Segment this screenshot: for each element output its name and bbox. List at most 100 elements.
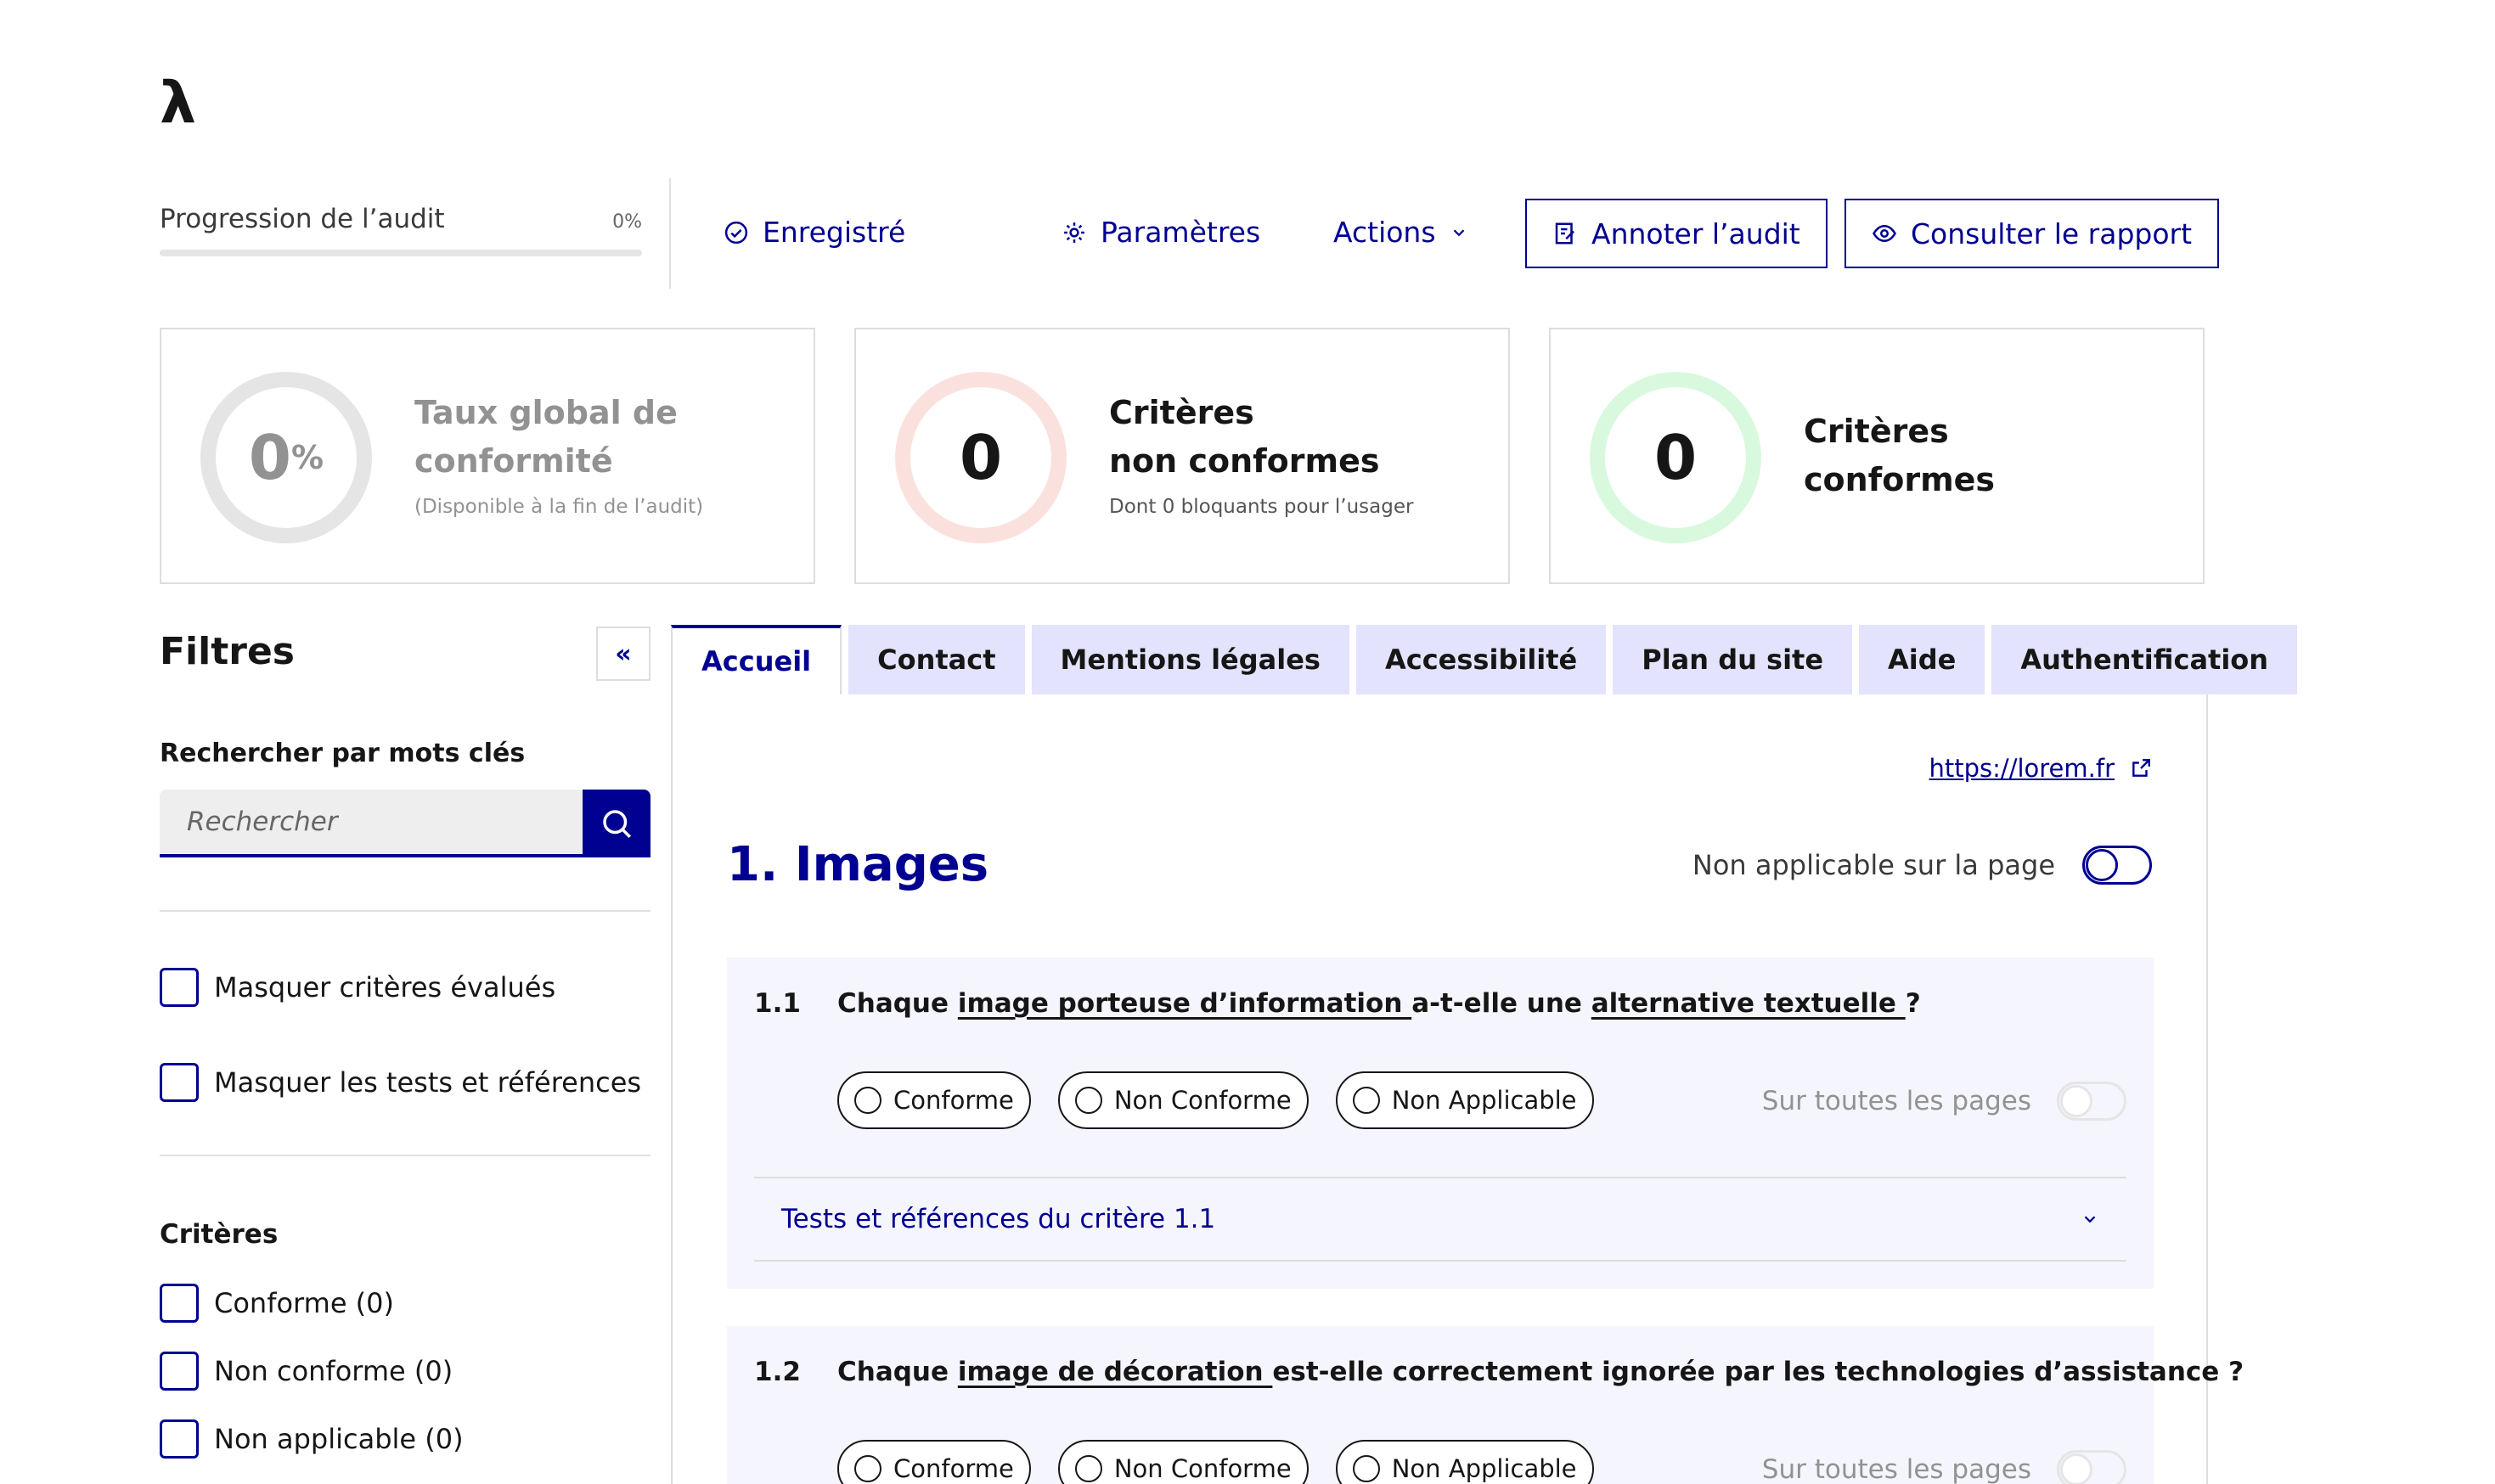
filter-non-compliant-checkbox[interactable]: Non conforme (0) xyxy=(160,1352,453,1391)
audit-progress: Progression de l’audit 0% xyxy=(160,204,642,256)
actions-label: Actions xyxy=(1333,216,1436,249)
glossary-link[interactable]: image de décoration xyxy=(958,1357,1273,1387)
collapse-filters-button[interactable]: « xyxy=(596,627,651,681)
external-link-icon xyxy=(2132,759,2150,777)
filters-divider xyxy=(160,1155,651,1156)
settings-label: Paramètres xyxy=(1101,216,1261,249)
non-compliant-ring: 0 xyxy=(895,372,1067,543)
checkbox-box[interactable] xyxy=(160,1352,199,1391)
radio-non-conforme[interactable]: Non Conforme xyxy=(1057,1071,1309,1129)
glossary-link[interactable]: image porteuse d’information xyxy=(958,988,1411,1019)
all-pages-toggle[interactable] xyxy=(2057,1082,2126,1121)
tab-accueil[interactable]: Accueil xyxy=(671,625,842,694)
app-logo[interactable]: λ xyxy=(160,70,196,137)
edit-note-icon xyxy=(1555,222,1574,245)
all-pages-toggle[interactable] xyxy=(2057,1450,2126,1484)
accordion-label: Tests et références du critère 1.1 xyxy=(781,1204,1216,1234)
compliant-title: Critères conformes xyxy=(1804,408,2177,504)
radio-conforme[interactable]: Conforme xyxy=(837,1071,1031,1129)
filter-compliant-checkbox[interactable]: Conforme (0) xyxy=(160,1284,394,1323)
tab-accessibilite[interactable]: Accessibilité xyxy=(1355,625,1607,694)
tab-panel: https://lorem.fr 1. Images Non applicabl… xyxy=(671,694,2244,1484)
radio-label: Non Conforme xyxy=(1113,1454,1292,1483)
question-text: a-t-elle une xyxy=(1411,988,1591,1019)
checkbox-label: Non applicable (0) xyxy=(214,1423,464,1455)
compliant-ring: 0 xyxy=(1590,372,1761,543)
glossary-link[interactable]: alternative textuelle xyxy=(1591,988,1906,1019)
criterion-card: 1.2 Chaque image de décoration est-elle … xyxy=(727,1326,2244,1484)
chevron-down-icon xyxy=(1453,228,1464,236)
all-pages-label: Sur toutes les pages xyxy=(1761,1454,2031,1484)
non-compliant-title-line1: Critères xyxy=(1109,394,1254,431)
progress-track xyxy=(160,250,642,256)
hide-tests-checkbox[interactable]: Masquer les tests et références xyxy=(160,1063,641,1102)
all-pages-toggle-row: Sur toutes les pages xyxy=(1762,1450,2126,1484)
radio-label: Conforme xyxy=(893,1454,1014,1483)
non-compliant-subtitle: Dont 0 bloquants pour l’usager xyxy=(1109,496,1414,518)
compliant-title-line2: conformes xyxy=(1804,461,1996,498)
compliant-title-line1: Critères xyxy=(1804,413,1949,450)
annotate-audit-button[interactable]: Annoter l’audit xyxy=(1525,199,1828,268)
search-label: Rechercher par mots clés xyxy=(160,739,526,768)
criterion-card: 1.1 Chaque image porteuse d’information … xyxy=(727,958,2154,1289)
progress-label: Progression de l’audit xyxy=(160,204,445,234)
annotate-label: Annoter l’audit xyxy=(1591,216,1800,250)
criterion-question: Chaque image de décoration est-elle corr… xyxy=(837,1357,2244,1387)
global-compliance-card: 0% Taux global de conformité (Disponible… xyxy=(160,328,815,584)
tab-contact[interactable]: Contact xyxy=(848,625,1025,694)
checkbox-label: Conforme (0) xyxy=(214,1287,394,1319)
search-input[interactable] xyxy=(160,790,583,857)
radio-label: Non Applicable xyxy=(1391,1086,1577,1115)
checkbox-box[interactable] xyxy=(160,1284,199,1323)
checkbox-label: Non conforme (0) xyxy=(214,1355,453,1387)
not-applicable-toggle[interactable] xyxy=(2082,846,2152,885)
criterion-status-radios: Conforme Non Conforme Non Applicable xyxy=(837,1440,1594,1484)
compliance-number: 0 xyxy=(248,422,292,493)
all-pages-toggle-row: Sur toutes les pages xyxy=(1762,1082,2126,1121)
radio-label: Non Conforme xyxy=(1113,1086,1292,1115)
checkbox-box[interactable] xyxy=(160,968,199,1007)
filters-divider xyxy=(160,910,651,912)
criterion-number: 1.2 xyxy=(754,1357,801,1387)
radio-non-applicable[interactable]: Non Applicable xyxy=(1335,1071,1594,1129)
criterion-number: 1.1 xyxy=(754,988,801,1019)
question-text: Chaque xyxy=(837,1357,958,1387)
tab-aide[interactable]: Aide xyxy=(1859,625,1985,694)
radio-circle xyxy=(854,1087,881,1114)
radio-circle xyxy=(1352,1087,1380,1114)
checkbox-label: Masquer les tests et références xyxy=(214,1066,642,1099)
actions-dropdown[interactable]: Actions xyxy=(1333,216,1468,249)
radio-circle xyxy=(1074,1455,1102,1482)
saved-status: Enregistré xyxy=(724,216,905,249)
radio-non-conforme[interactable]: Non Conforme xyxy=(1057,1440,1309,1484)
eye-icon xyxy=(1873,224,1896,243)
radio-circle xyxy=(1352,1455,1380,1482)
question-text: ? xyxy=(1905,988,1921,1019)
checkbox-box[interactable] xyxy=(160,1063,199,1102)
radio-circle xyxy=(1074,1087,1102,1114)
hide-evaluated-checkbox[interactable]: Masquer critères évalués xyxy=(160,968,555,1007)
not-applicable-label: Non applicable sur la page xyxy=(1692,849,2055,881)
settings-button[interactable]: Paramètres xyxy=(1062,216,1260,249)
non-compliant-title-line2: non conformes xyxy=(1109,442,1380,480)
page-url: https://lorem.fr xyxy=(1929,754,2115,783)
not-applicable-toggle-row: Non applicable sur la page xyxy=(1692,846,2152,885)
compliant-card: 0 Critères conformes xyxy=(1549,328,2205,584)
criterion-status-radios: Conforme Non Conforme Non Applicable xyxy=(837,1071,1594,1129)
tests-references-accordion[interactable]: Tests et références du critère 1.1 xyxy=(754,1177,2126,1262)
tab-plan-du-site[interactable]: Plan du site xyxy=(1613,625,1853,694)
compliance-ring: 0% xyxy=(200,372,372,543)
search-button[interactable] xyxy=(583,790,651,857)
radio-non-applicable[interactable]: Non Applicable xyxy=(1335,1440,1594,1484)
tab-mentions-legales[interactable]: Mentions légales xyxy=(1031,625,1349,694)
filter-not-applicable-checkbox[interactable]: Non applicable (0) xyxy=(160,1419,464,1459)
saved-label: Enregistré xyxy=(763,216,906,249)
compliant-number: 0 xyxy=(1653,422,1698,493)
view-report-button[interactable]: Consulter le rapport xyxy=(1844,199,2220,268)
radio-conforme[interactable]: Conforme xyxy=(837,1440,1031,1484)
page-url-link[interactable]: https://lorem.fr xyxy=(1929,754,2152,783)
radio-label: Non Applicable xyxy=(1391,1454,1577,1483)
tab-authentification[interactable]: Authentification xyxy=(1991,625,2298,694)
radio-circle xyxy=(854,1455,881,1482)
checkbox-box[interactable] xyxy=(160,1419,199,1459)
